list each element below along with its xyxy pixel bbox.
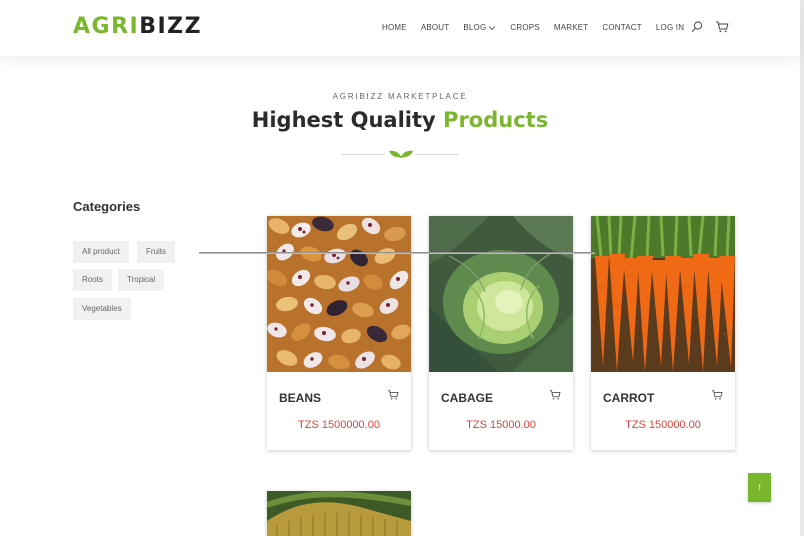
- product-price: TZS 15000.00: [466, 419, 536, 431]
- section-title: Highest Quality Products: [0, 108, 800, 132]
- section-title-main: Highest Quality: [251, 108, 436, 132]
- add-to-cart-icon[interactable]: [549, 389, 561, 401]
- product-image-cabage[interactable]: [429, 216, 573, 372]
- product-name[interactable]: CABAGE: [441, 391, 493, 405]
- drag-indicator-line: [199, 252, 595, 254]
- product-price: TZS 150000.00: [625, 419, 701, 431]
- nav-home[interactable]: HOME: [382, 23, 407, 32]
- nav-login[interactable]: LOG IN: [656, 23, 684, 32]
- product-card-partial[interactable]: [267, 491, 411, 536]
- nav-contact[interactable]: CONTACT: [602, 23, 641, 32]
- add-to-cart-icon[interactable]: [387, 389, 399, 401]
- header-icons: [690, 20, 740, 34]
- category-vegetables[interactable]: Vegetables: [73, 298, 131, 320]
- product-image-beans[interactable]: [267, 216, 411, 372]
- divider-line-left: [341, 154, 385, 155]
- chevron-down-icon: [489, 25, 496, 30]
- categories-title: Categories: [73, 199, 141, 214]
- logo-part-agri: AGRI: [73, 14, 140, 39]
- product-price: TZS 1500000.00: [298, 419, 380, 431]
- category-roots[interactable]: Roots: [73, 269, 112, 291]
- title-divider: [341, 147, 459, 161]
- product-image-corn[interactable]: [267, 491, 411, 536]
- nav-market[interactable]: MARKET: [554, 23, 589, 32]
- category-all-product[interactable]: All product: [73, 241, 129, 263]
- window-edge: [800, 0, 804, 536]
- section-title-accent: Products: [443, 108, 549, 132]
- scroll-to-top-button[interactable]: ↑: [748, 473, 771, 502]
- divider-line-right: [415, 154, 459, 155]
- nav-blog-label: BLOG: [463, 23, 487, 32]
- site-header: AGRIBIZZ HOME ABOUT BLOG CROPS MARKET CO…: [0, 0, 800, 56]
- nav-about[interactable]: ABOUT: [421, 23, 450, 32]
- product-image-carrot[interactable]: [591, 216, 735, 372]
- product-name[interactable]: BEANS: [279, 391, 321, 405]
- add-to-cart-icon[interactable]: [711, 389, 723, 401]
- category-fruits[interactable]: Fruits: [137, 241, 175, 263]
- product-name[interactable]: CARROT: [603, 391, 654, 405]
- leaf-icon: [389, 150, 413, 159]
- nav-blog[interactable]: BLOG: [463, 23, 496, 32]
- nav-crops[interactable]: CROPS: [510, 23, 539, 32]
- section-eyebrow: AGRIBIZZ MARKETPLACE: [332, 92, 468, 101]
- main-nav: HOME ABOUT BLOG CROPS MARKET CONTACT LOG…: [382, 23, 698, 32]
- logo-part-bizz: BIZZ: [139, 14, 203, 39]
- category-tropical[interactable]: Tropical: [118, 269, 165, 291]
- logo[interactable]: AGRIBIZZ: [73, 14, 202, 40]
- cart-icon[interactable]: [715, 20, 729, 34]
- product-card-carrot[interactable]: CARROT TZS 150000.00: [591, 216, 735, 450]
- search-icon[interactable]: [690, 20, 704, 34]
